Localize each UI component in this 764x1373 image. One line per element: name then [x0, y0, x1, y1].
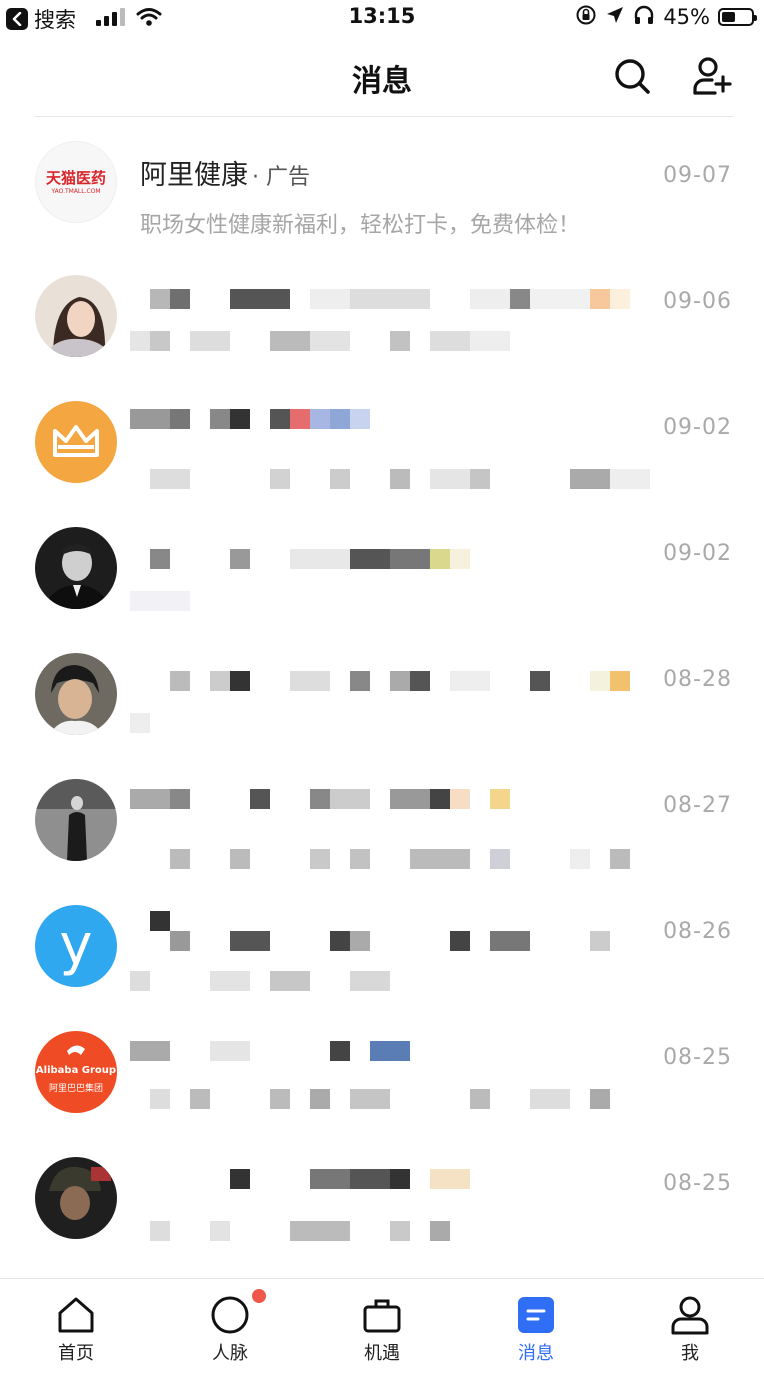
ad-tag: · 广告 [252, 165, 310, 190]
avatar-photo [35, 275, 117, 357]
avatar-letter: y [59, 913, 93, 978]
message-row[interactable]: y 08-26 [0, 873, 764, 999]
tab-opportunities[interactable]: 机遇 [322, 1279, 442, 1373]
avatar [35, 653, 117, 735]
avatar-photo [35, 653, 117, 735]
location-icon [605, 5, 625, 29]
avatar-logo-subtext: YAO.TMALL.COM [51, 188, 101, 195]
rotation-lock-icon [575, 4, 597, 30]
search-button[interactable] [610, 54, 654, 98]
contact-name: 阿里健康 [140, 160, 248, 191]
tab-label: 机遇 [364, 1343, 400, 1364]
avatar-logo-text: 天猫医药 [45, 169, 106, 187]
avatar-logo-text: Alibaba Group [35, 1065, 117, 1076]
tab-label: 人脉 [212, 1343, 248, 1364]
avatar [35, 275, 117, 357]
tab-label: 我 [681, 1343, 699, 1364]
message-date: 09-02 [663, 415, 732, 440]
messages-icon [518, 1297, 554, 1333]
message-date: 08-26 [663, 919, 732, 944]
tab-label: 首页 [58, 1343, 94, 1364]
message-date: 09-07 [663, 163, 732, 188]
battery-icon [718, 8, 757, 26]
avatar-photo [35, 527, 117, 609]
battery-percent: 45% [663, 5, 710, 29]
message-date: 08-25 [663, 1045, 732, 1070]
tab-home[interactable]: 首页 [16, 1279, 136, 1373]
message-row[interactable]: 09-02 [0, 495, 764, 621]
message-row[interactable]: 09-06 [0, 243, 764, 369]
tmall-pharmacy-logo: 天猫医药 YAO.TMALL.COM [35, 141, 117, 223]
profile-icon [671, 1296, 709, 1335]
avatar [35, 401, 117, 483]
search-icon [615, 59, 650, 94]
contacts-icon [211, 1296, 249, 1334]
message-row[interactable]: 08-27 [0, 747, 764, 873]
message-date: 08-25 [663, 1171, 732, 1196]
avatar [35, 779, 117, 861]
status-bar: 搜索 13:15 45% [0, 0, 764, 36]
alibaba-logo: Alibaba Group 阿里巴巴集团 [35, 1031, 117, 1113]
headphones-icon [633, 4, 655, 30]
avatar [35, 1157, 117, 1239]
avatar: y [35, 905, 117, 987]
message-row[interactable]: 09-02 [0, 369, 764, 495]
add-contact-button[interactable] [690, 54, 734, 98]
message-row[interactable]: 08-25 [0, 1125, 764, 1251]
tab-label: 消息 [518, 1343, 554, 1364]
ad-title-wrap: 阿里健康 · 广告 [140, 153, 310, 192]
tab-contacts[interactable]: 人脉 [170, 1279, 290, 1373]
tab-me[interactable]: 我 [630, 1279, 750, 1373]
header: 消息 [0, 36, 764, 116]
message-date: 09-02 [663, 541, 732, 566]
crown-icon [53, 425, 99, 457]
avatar-photo [35, 779, 117, 861]
avatar [35, 527, 117, 609]
notification-dot [252, 1289, 266, 1303]
message-row-ad[interactable]: 天猫医药 YAO.TMALL.COM 阿里健康 · 广告 职场女性健康新福利，轻松… [0, 117, 764, 243]
avatar-logo-subtext: 阿里巴巴集团 [48, 1084, 103, 1094]
message-date: 08-27 [663, 793, 732, 818]
message-date: 09-06 [663, 289, 732, 314]
message-date: 08-28 [663, 667, 732, 692]
briefcase-icon [363, 1299, 401, 1333]
message-row[interactable]: Alibaba Group 阿里巴巴集团 08-25 [0, 999, 764, 1125]
avatar-photo [35, 1157, 117, 1239]
add-contact-icon [693, 57, 732, 95]
message-row[interactable]: 08-28 [0, 621, 764, 747]
home-icon [58, 1297, 94, 1333]
tab-messages[interactable]: 消息 [476, 1279, 596, 1373]
message-preview: 职场女性健康新福利，轻松打卡，免费体检！ [140, 213, 581, 238]
tab-bar: 首页 人脉 机遇 消息 我 [0, 1278, 764, 1373]
